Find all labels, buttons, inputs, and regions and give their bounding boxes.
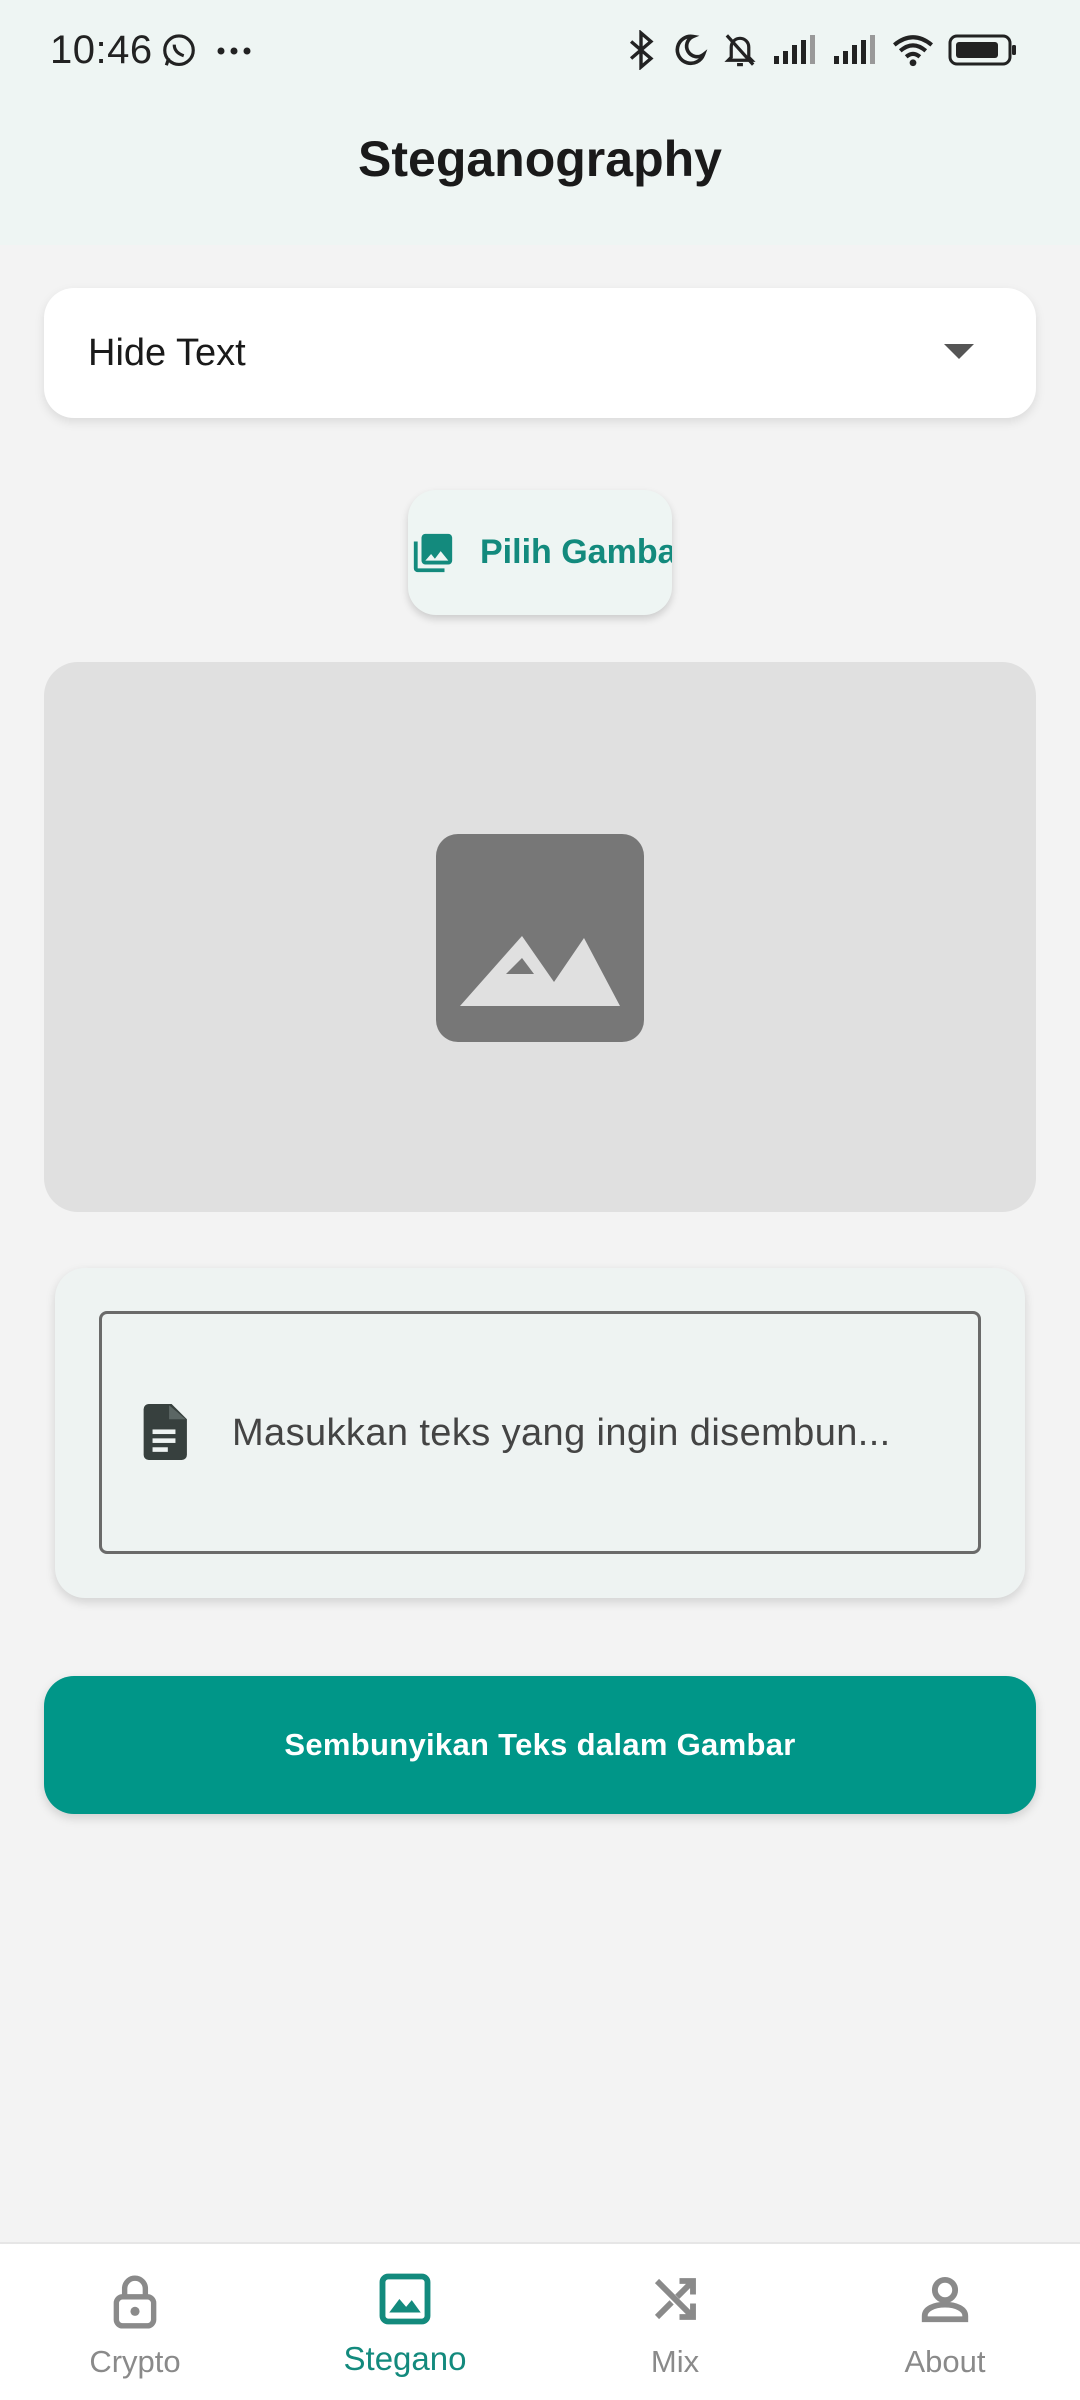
status-bar: 10:46 bbox=[0, 0, 1080, 105]
battery-icon bbox=[948, 33, 1018, 67]
whatsapp-icon bbox=[160, 32, 198, 70]
photo-library-icon bbox=[410, 530, 456, 581]
top-app-area: 10:46 Steganography bbox=[0, 0, 1080, 245]
lock-icon bbox=[110, 2272, 160, 2335]
signal-icon bbox=[772, 34, 818, 66]
page-title: Steganography bbox=[358, 131, 722, 187]
bottom-navigation: Crypto Stegano Mix About bbox=[0, 2242, 1080, 2400]
signal-icon bbox=[832, 34, 878, 66]
hide-text-button[interactable]: Sembunyikan Teks dalam Gambar bbox=[44, 1676, 1036, 1814]
hidden-text-input[interactable]: Masukkan teks yang ingin disembun... bbox=[99, 1311, 981, 1554]
nav-item-crypto[interactable]: Crypto bbox=[0, 2244, 270, 2400]
image-icon bbox=[378, 2272, 432, 2331]
bell-off-icon bbox=[722, 31, 758, 69]
nav-item-mix[interactable]: Mix bbox=[540, 2244, 810, 2400]
shuffle-icon bbox=[648, 2272, 702, 2331]
dropdown-arrow-icon bbox=[944, 344, 974, 359]
hidden-text-placeholder: Masukkan teks yang ingin disembun... bbox=[232, 1412, 891, 1454]
pick-image-button[interactable]: Pilih Gambar bbox=[408, 490, 672, 615]
moon-icon bbox=[672, 32, 708, 68]
more-dots-icon bbox=[216, 46, 252, 56]
image-placeholder-icon bbox=[436, 834, 644, 1042]
nav-item-label: Mix bbox=[650, 2344, 700, 2379]
nav-item-stegano[interactable]: Stegano bbox=[270, 2244, 540, 2400]
status-time: 10:46 bbox=[50, 28, 153, 72]
nav-item-label: About bbox=[904, 2344, 986, 2379]
hide-text-button-label: Sembunyikan Teks dalam Gambar bbox=[284, 1727, 796, 1762]
mode-dropdown-value: Hide Text bbox=[88, 332, 246, 374]
wifi-icon bbox=[892, 33, 934, 67]
document-icon bbox=[138, 1404, 190, 1465]
nav-item-label: Crypto bbox=[89, 2344, 181, 2379]
person-icon bbox=[918, 2272, 972, 2331]
text-input-card: Masukkan teks yang ingin disembun... bbox=[55, 1268, 1025, 1598]
mode-dropdown[interactable]: Hide Text bbox=[44, 288, 1036, 418]
image-preview bbox=[44, 662, 1036, 1212]
nav-item-label: Stegano bbox=[343, 2340, 467, 2377]
nav-item-about[interactable]: About bbox=[810, 2244, 1080, 2400]
bluetooth-icon bbox=[624, 30, 658, 70]
pick-image-label: Pilih Gambar bbox=[480, 533, 672, 571]
